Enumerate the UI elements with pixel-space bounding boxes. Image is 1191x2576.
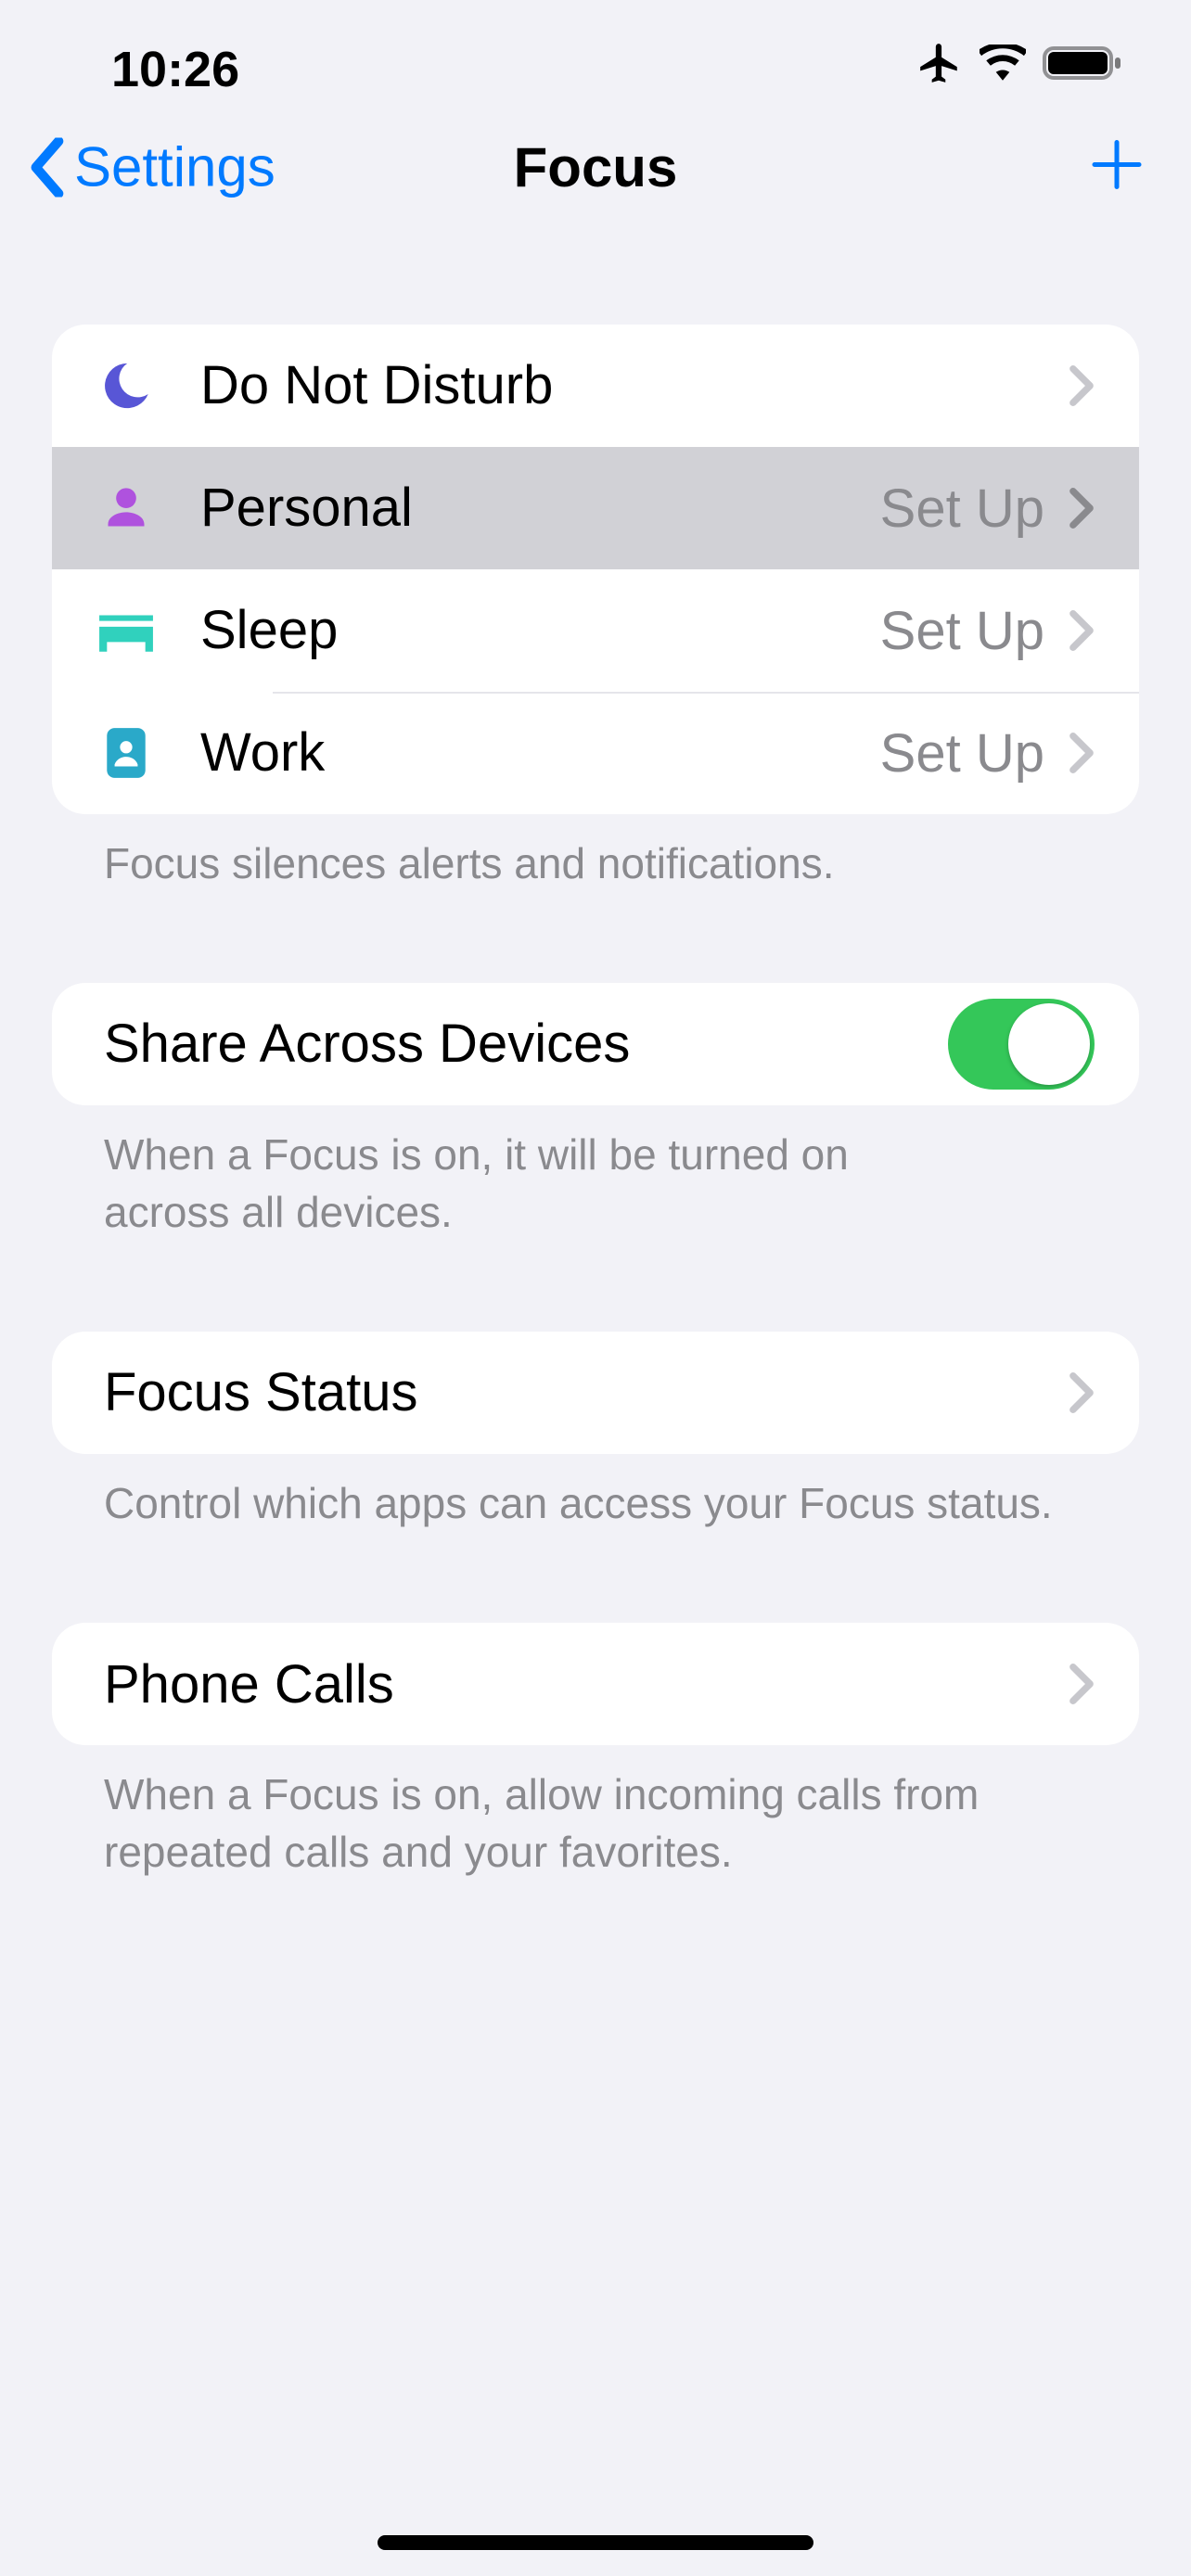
- home-indicator[interactable]: [378, 2535, 813, 2550]
- bed-icon: [89, 609, 163, 652]
- focus-row-personal[interactable]: Personal Set Up: [52, 447, 1139, 569]
- chevron-right-icon: [1069, 733, 1095, 773]
- focus-status-group: Focus Status: [52, 1332, 1139, 1454]
- row-label: Focus Status: [104, 1360, 1069, 1425]
- phone-calls-footer: When a Focus is on, allow incoming calls…: [52, 1766, 1139, 1881]
- row-label: Share Across Devices: [104, 1012, 948, 1077]
- focus-row-do-not-disturb[interactable]: Do Not Disturb: [52, 325, 1139, 447]
- row-detail: Set Up: [880, 600, 1044, 662]
- chevron-right-icon: [1069, 1372, 1095, 1413]
- badge-icon: [89, 726, 163, 780]
- focus-row-sleep[interactable]: Sleep Set Up: [52, 569, 1139, 692]
- share-across-devices-row: Share Across Devices: [52, 983, 1139, 1105]
- status-icons: [916, 40, 1135, 95]
- chevron-right-icon: [1069, 488, 1095, 529]
- toggle-knob: [1008, 1003, 1090, 1085]
- chevron-left-icon: [28, 137, 65, 197]
- share-across-devices-toggle[interactable]: [948, 999, 1095, 1090]
- person-icon: [89, 484, 163, 532]
- focus-row-work[interactable]: Work Set Up: [52, 692, 1139, 814]
- back-button[interactable]: Settings: [28, 135, 275, 199]
- status-bar: 10:26: [0, 0, 1191, 102]
- focus-modes-footer: Focus silences alerts and notifications.: [52, 835, 1139, 892]
- row-detail: Set Up: [880, 722, 1044, 784]
- back-label: Settings: [74, 135, 275, 199]
- add-button[interactable]: [1089, 137, 1145, 198]
- nav-bar: Settings Focus: [0, 102, 1191, 232]
- chevron-right-icon: [1069, 1664, 1095, 1704]
- focus-status-footer: Control which apps can access your Focus…: [52, 1474, 1139, 1532]
- row-label: Work: [200, 721, 880, 785]
- page-title: Focus: [514, 135, 678, 199]
- focus-status-row[interactable]: Focus Status: [52, 1332, 1139, 1454]
- focus-modes-group: Do Not Disturb Personal Set Up Sleep Set…: [52, 325, 1139, 814]
- share-footer: When a Focus is on, it will be turned on…: [52, 1126, 905, 1241]
- battery-icon: [1043, 45, 1122, 86]
- chevron-right-icon: [1069, 610, 1095, 651]
- row-label: Do Not Disturb: [200, 353, 1069, 418]
- wifi-icon: [980, 45, 1026, 86]
- phone-calls-group: Phone Calls: [52, 1623, 1139, 1745]
- share-group: Share Across Devices: [52, 983, 1139, 1105]
- row-label: Phone Calls: [104, 1652, 1069, 1717]
- status-time: 10:26: [111, 45, 239, 95]
- phone-calls-row[interactable]: Phone Calls: [52, 1623, 1139, 1745]
- chevron-right-icon: [1069, 365, 1095, 406]
- moon-icon: [89, 359, 163, 413]
- row-label: Personal: [200, 476, 880, 541]
- row-detail: Set Up: [880, 478, 1044, 540]
- airplane-mode-icon: [916, 40, 963, 91]
- row-label: Sleep: [200, 598, 880, 663]
